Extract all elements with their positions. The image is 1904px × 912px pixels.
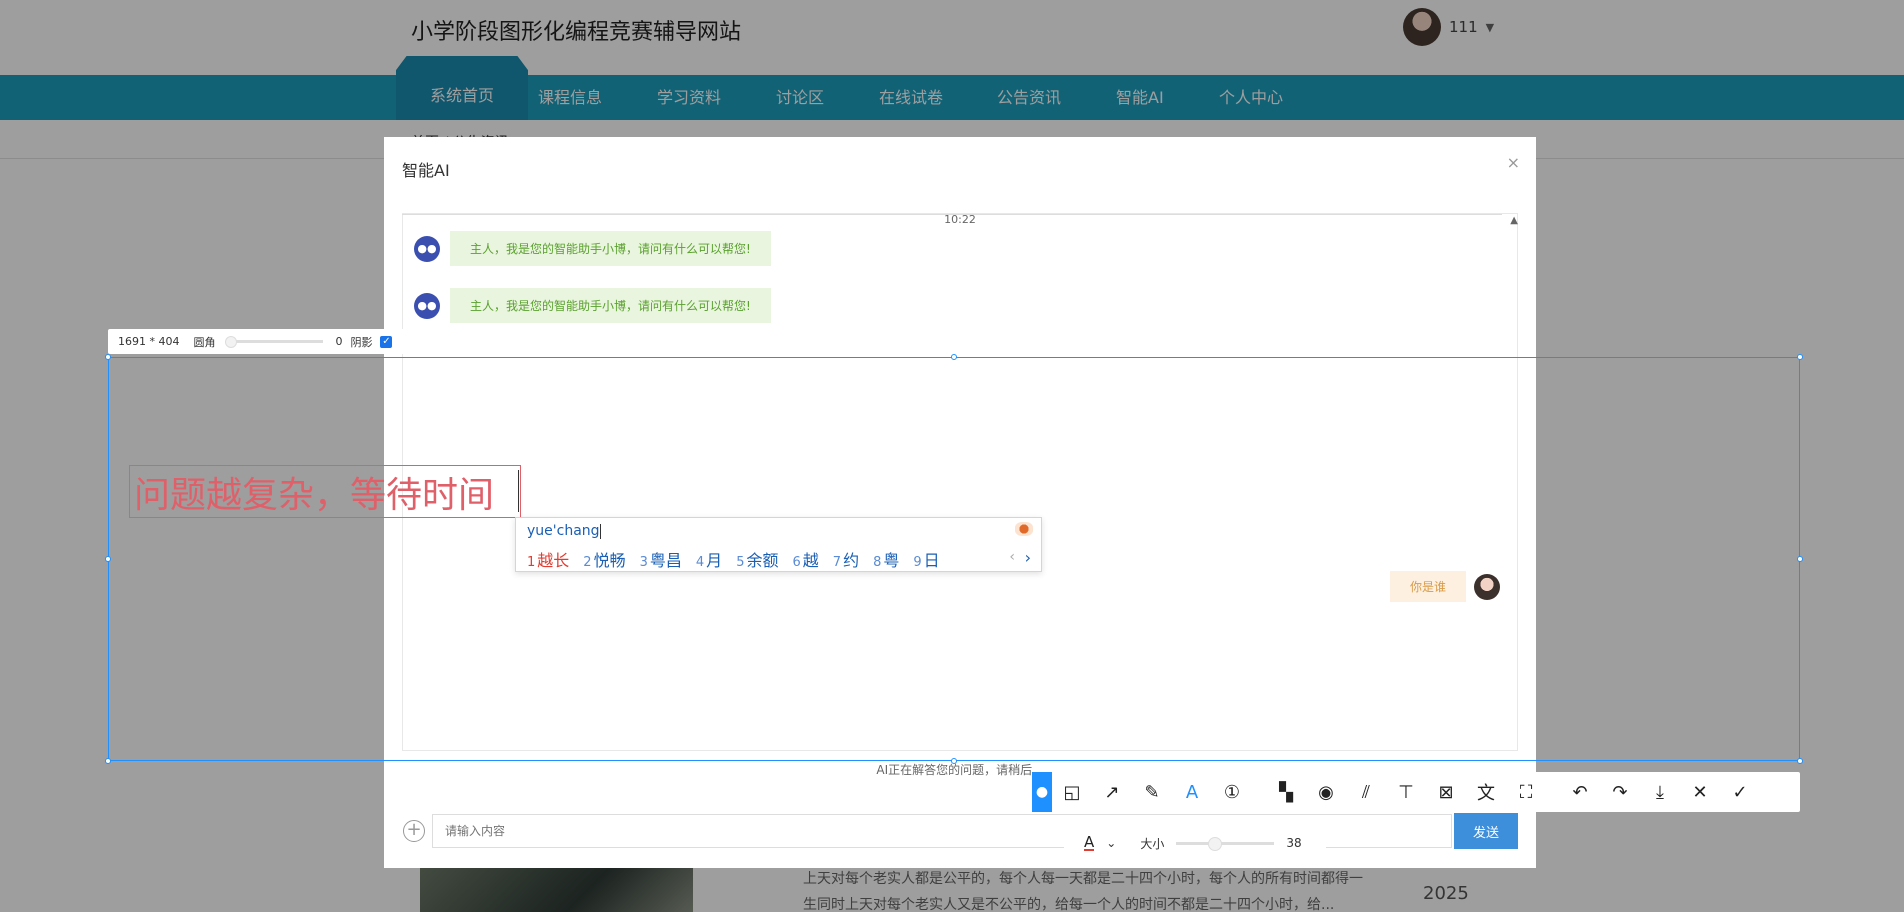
mosaic-icon[interactable]: ▚ [1266,772,1306,812]
resize-handle-t[interactable] [951,354,957,360]
ocr-icon[interactable]: ⊠ [1426,772,1466,812]
resize-handle-br[interactable] [1797,758,1803,764]
resize-handle-b[interactable] [951,758,957,764]
undo-icon[interactable]: ↶ [1560,772,1600,812]
resize-handle-r[interactable] [1797,556,1803,562]
ime-next-icon[interactable]: › [1025,548,1031,567]
stripes-icon[interactable]: ⫽ [1346,772,1386,812]
pen-icon[interactable]: ✎ [1132,772,1172,812]
send-button[interactable]: 发送 [1454,813,1518,849]
close-icon[interactable]: × [1507,153,1520,172]
redo-icon[interactable]: ↷ [1600,772,1640,812]
text-options-bar: A ⌄ 大小 38 [1064,822,1326,864]
ime-candidate[interactable]: 3 粤昌 [640,547,682,571]
bot-message: ●● 主人，我是您的智能助手小博，请问有什么可以帮您! [414,231,771,266]
ime-candidate[interactable]: 9日 [913,547,939,571]
sub-toolbar-pointer [1189,815,1203,822]
text-icon[interactable]: A [1172,772,1212,812]
ime-candidate[interactable]: 6越 [792,547,818,571]
number-icon[interactable]: ① [1212,772,1252,812]
ime-composition: yue'chang [527,523,601,539]
resize-handle-tl[interactable] [105,354,111,360]
font-size-slider[interactable] [1176,836,1275,851]
size-readout: 1691 * 404 [118,335,180,348]
add-icon[interactable]: + [403,820,425,842]
pin-icon[interactable]: ⊤ [1386,772,1426,812]
bot-bubble: 主人，我是您的智能助手小博，请问有什么可以帮您! [450,231,771,266]
font-color-picker[interactable]: A [1084,835,1095,851]
ime-candidate[interactable]: 2 悦畅 [583,547,625,571]
ime-prev-icon[interactable]: ‹ [1009,549,1015,565]
confirm-icon[interactable]: ✓ [1720,772,1760,812]
radius-slider[interactable] [225,336,324,348]
shape-icon[interactable]: ◱ [1052,772,1092,812]
font-size-label: 大小 [1140,836,1165,851]
ime-logo-icon [1015,522,1033,536]
radius-label: 圆角 [193,335,216,349]
resize-handle-tr[interactable] [1797,354,1803,360]
resize-handle-l[interactable] [105,556,111,562]
ime-candidate-list: 1 越长 2 悦畅 3 粤昌 4月 5 余额 6越 7约 8粤 9日 [527,547,940,571]
robot-icon: ●● [414,292,440,319]
font-size-value: 38 [1286,836,1302,850]
arrow-icon[interactable]: ↗ [1092,772,1132,812]
robot-icon: ●● [414,235,440,262]
chat-timestamp: 10:22 [944,213,976,226]
screenshot-toolbar: ● ◱ ↗ ✎ A ① ▚ ◉ ⫽ ⊤ ⊠ 文 ⛶ ↶ ↷ ⤓ ✕ ✓ [1032,772,1800,812]
selection-info-bar: 1691 * 404 圆角 0 阴影 ✓ [108,329,431,354]
text-annotation[interactable]: 问题越复杂，等待时间 [134,466,494,518]
resize-handle-bl[interactable] [105,758,111,764]
shadow-checkbox[interactable]: ✓ [380,335,393,348]
ime-candidate[interactable]: 8粤 [873,547,899,571]
blur-icon[interactable]: ◉ [1306,772,1346,812]
download-icon[interactable]: ⤓ [1640,772,1680,812]
ime-candidate[interactable]: 7约 [833,547,859,571]
close-icon[interactable]: ✕ [1680,772,1720,812]
text-recognize-icon[interactable]: ⛶ [1506,772,1546,812]
ime-candidate-window: yue'chang 1 越长 2 悦畅 3 粤昌 4月 5 余额 6越 7约 8粤 9日… [515,517,1042,572]
scroll-up-icon[interactable]: ▲ [1510,215,1518,226]
radius-value: 0 [335,335,343,348]
bell-icon[interactable]: ● [1032,772,1052,812]
bot-message: ●● 主人，我是您的智能助手小博，请问有什么可以帮您! [414,288,771,323]
bot-bubble: 主人，我是您的智能助手小博，请问有什么可以帮您! [450,288,771,323]
text-caret [518,470,519,512]
ime-candidate[interactable]: 4月 [696,547,722,571]
ime-candidate[interactable]: 1 越长 [527,547,569,571]
chevron-down-icon[interactable]: ⌄ [1106,836,1116,850]
shadow-label: 阴影 [350,335,373,349]
ime-candidate[interactable]: 5 余额 [736,547,778,571]
translate-icon[interactable]: 文 [1466,772,1506,812]
modal-title: 智能AI [402,161,450,180]
